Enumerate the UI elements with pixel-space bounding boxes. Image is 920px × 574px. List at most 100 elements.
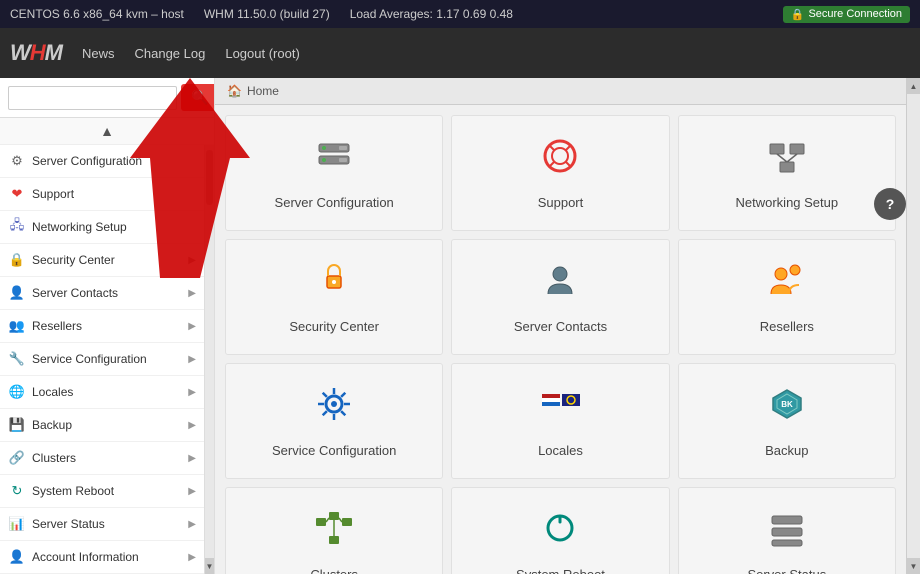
grid-area: Server Configuration Support Networking … [215, 105, 906, 574]
help-icon: ? [886, 196, 895, 212]
chevron-right-icon: ▶ [188, 552, 196, 563]
locales-icon: 🌐 [8, 383, 26, 401]
scroll-down-btn[interactable]: ▼ [205, 558, 214, 574]
clusters-card-label: Clusters [310, 567, 358, 574]
chevron-right-icon: ▶ [188, 486, 196, 497]
sidebar-item-locales[interactable]: 🌐 Locales ▶ [0, 376, 204, 409]
system-reboot-card[interactable]: System Reboot [451, 487, 669, 574]
locales-label: Locales [32, 385, 188, 399]
server-configuration-label: Server Configuration [32, 154, 196, 168]
sidebar-scroll-up-button[interactable]: ▲ [0, 118, 214, 145]
main-layout: 🔍 ▲ ⚙ Server Configuration ❤ Support 🖧 N… [0, 78, 920, 574]
grid-row: Service Configuration Locales BK Backup [225, 363, 896, 479]
security-center-card-icon [314, 260, 354, 309]
locales-card-label: Locales [538, 443, 583, 458]
resellers-card[interactable]: Resellers [678, 239, 896, 355]
server-contacts-icon: 👤 [8, 284, 26, 302]
sidebar-item-clusters[interactable]: 🔗 Clusters ▶ [0, 442, 204, 475]
server-status-icon: 📊 [8, 515, 26, 533]
backup-label: Backup [32, 418, 188, 432]
service-configuration-icon: 🔧 [8, 350, 26, 368]
chevron-right-icon: ▶ [188, 354, 196, 365]
server-info: CENTOS 6.6 x86_64 kvm – host [10, 7, 184, 21]
sidebar-item-system-reboot[interactable]: ↻ System Reboot ▶ [0, 475, 204, 508]
sidebar-scrollbar[interactable]: ▼ [204, 145, 214, 574]
server-status-card-icon [767, 508, 807, 557]
server-configuration-card-icon [314, 136, 354, 185]
account-information-icon: 👤 [8, 548, 26, 566]
server-configuration-icon: ⚙ [8, 152, 26, 170]
version-info: WHM 11.50.0 (build 27) [204, 7, 330, 21]
search-input[interactable] [8, 86, 177, 110]
changelog-nav-link[interactable]: Change Log [135, 46, 206, 61]
security-center-card[interactable]: Security Center [225, 239, 443, 355]
backup-card-icon: BK [767, 384, 807, 433]
resellers-card-icon [767, 260, 807, 309]
breadcrumb: 🏠 Home [215, 78, 906, 105]
sidebar-item-security-center[interactable]: 🔒 Security Center ▶ [0, 244, 204, 277]
support-card-icon [540, 136, 580, 185]
sidebar-item-server-status[interactable]: 📊 Server Status ▶ [0, 508, 204, 541]
logout-nav-link[interactable]: Logout (root) [225, 46, 299, 61]
networking-setup-card[interactable]: Networking Setup [678, 115, 896, 231]
chevron-right-icon: ▶ [188, 288, 196, 299]
chevron-right-icon: ▶ [188, 255, 196, 266]
system-reboot-label: System Reboot [32, 484, 188, 498]
sidebar-item-backup[interactable]: 💾 Backup ▶ [0, 409, 204, 442]
locales-card[interactable]: Locales [451, 363, 669, 479]
server-status-card-label: Server Status [747, 567, 826, 574]
clusters-card-icon [314, 508, 354, 557]
sidebar-items: ⚙ Server Configuration ❤ Support 🖧 Netwo… [0, 145, 204, 574]
news-nav-link[interactable]: News [82, 46, 115, 61]
scroll-down-btn-right[interactable]: ▼ [907, 558, 920, 574]
chevron-right-icon: ▶ [188, 321, 196, 332]
system-reboot-card-icon [540, 508, 580, 557]
content-area: 🏠 Home Server Configuration Support Netw… [215, 78, 906, 574]
sidebar-item-support[interactable]: ❤ Support [0, 178, 204, 211]
clusters-label: Clusters [32, 451, 188, 465]
breadcrumb-home: Home [247, 84, 279, 98]
service-configuration-card[interactable]: Service Configuration [225, 363, 443, 479]
account-information-label: Account Information [32, 550, 188, 564]
networking-setup-label: Networking Setup [32, 220, 196, 234]
locales-card-icon [540, 384, 580, 433]
home-icon: 🏠 [227, 84, 242, 98]
service-configuration-card-label: Service Configuration [272, 443, 396, 458]
server-configuration-card[interactable]: Server Configuration [225, 115, 443, 231]
server-contacts-card-icon [540, 260, 580, 309]
lock-icon: 🔒 [791, 8, 805, 21]
resellers-icon: 👥 [8, 317, 26, 335]
grid-row: Clusters System Reboot Server Status [225, 487, 896, 574]
sidebar-item-server-configuration[interactable]: ⚙ Server Configuration [0, 145, 204, 178]
sidebar-item-server-contacts[interactable]: 👤 Server Contacts ▶ [0, 277, 204, 310]
server-status-label: Server Status [32, 517, 188, 531]
clusters-card[interactable]: Clusters [225, 487, 443, 574]
sidebar-item-networking-setup[interactable]: 🖧 Networking Setup [0, 211, 204, 244]
networking-setup-icon: 🖧 [8, 218, 26, 236]
support-card-label: Support [538, 195, 584, 210]
help-button[interactable]: ? [874, 188, 906, 220]
server-contacts-card[interactable]: Server Contacts [451, 239, 669, 355]
server-status-card[interactable]: Server Status [678, 487, 896, 574]
networking-setup-card-icon [767, 136, 807, 185]
svg-text:BK: BK [781, 400, 793, 409]
grid-row: Security Center Server Contacts Reseller… [225, 239, 896, 355]
chevron-right-icon: ▶ [188, 453, 196, 464]
sidebar-item-account-information[interactable]: 👤 Account Information ▶ [0, 541, 204, 574]
backup-card-label: Backup [765, 443, 808, 458]
scroll-up-btn-right[interactable]: ▲ [907, 78, 920, 94]
chevron-right-icon: ▶ [188, 420, 196, 431]
security-center-card-label: Security Center [289, 319, 379, 334]
system-reboot-card-label: System Reboot [516, 567, 605, 574]
support-label: Support [32, 187, 196, 201]
top-bar: CENTOS 6.6 x86_64 kvm – host WHM 11.50.0… [0, 0, 920, 28]
search-button[interactable]: 🔍 [181, 84, 215, 111]
sidebar-item-service-configuration[interactable]: 🔧 Service Configuration ▶ [0, 343, 204, 376]
sidebar-item-resellers[interactable]: 👥 Resellers ▶ [0, 310, 204, 343]
content-scrollbar[interactable]: ▲ ▼ [906, 78, 920, 574]
security-center-icon: 🔒 [8, 251, 26, 269]
backup-card[interactable]: BK Backup [678, 363, 896, 479]
support-card[interactable]: Support [451, 115, 669, 231]
secure-connection-badge: 🔒 Secure Connection [783, 6, 910, 23]
sidebar: 🔍 ▲ ⚙ Server Configuration ❤ Support 🖧 N… [0, 78, 215, 574]
